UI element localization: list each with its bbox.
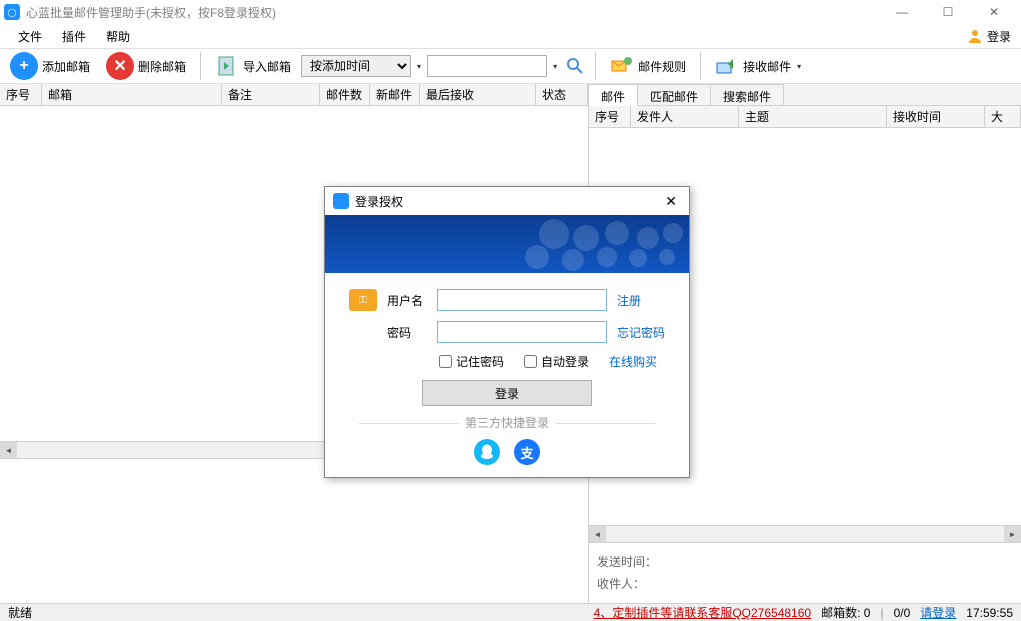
col-status[interactable]: 状态 [536,84,588,105]
modal-close-button[interactable]: ✕ [661,193,681,210]
third-party-label: 第三方快捷登录 [349,414,665,431]
import-mailbox-label: 导入邮箱 [243,58,291,75]
col-mailbox[interactable]: 邮箱 [42,84,222,105]
menu-file[interactable]: 文件 [8,25,52,48]
mcol-recvtime[interactable]: 接收时间 [887,106,985,127]
tab-mail[interactable]: 邮件 [589,84,638,106]
buy-link[interactable]: 在线购买 [609,353,657,370]
user-icon [967,28,983,44]
toolbar: + 添加邮箱 ✕ 删除邮箱 导入邮箱 按添加时间 ▾ ▾ 邮件规则 接收邮件 ▾ [0,48,1021,84]
col-newmail[interactable]: 新邮件 [370,84,420,105]
password-label: 密码 [387,324,427,341]
modal-banner [325,215,689,273]
receive-mail-button[interactable]: 接收邮件 ▾ [709,52,809,80]
delete-mailbox-button[interactable]: ✕ 删除邮箱 [100,50,192,82]
qq-login-icon[interactable] [474,439,500,465]
window-title: 心蓝批量邮件管理助手(未授权，按F8登录授权) [26,4,879,21]
toolbar-separator [700,52,701,80]
login-link[interactable]: 登录 [967,28,1011,45]
col-lastrecv[interactable]: 最后接收 [420,84,536,105]
status-mailbox-count: 邮箱数: 0 [821,604,870,621]
titlebar: 心蓝批量邮件管理助手(未授权，按F8登录授权) — ☐ ✕ [0,0,1021,24]
mcol-sender[interactable]: 发件人 [631,106,739,127]
scroll-left-icon[interactable]: ◄ [0,442,17,459]
search-dropdown-icon[interactable]: ▾ [551,62,559,71]
remember-checkbox[interactable]: 记住密码 [439,353,504,370]
import-mailbox-button[interactable]: 导入邮箱 [209,52,297,80]
search-button[interactable] [563,54,587,78]
scroll-right-icon[interactable]: ► [1004,526,1021,543]
search-input[interactable] [427,55,547,77]
maximize-button[interactable]: ☐ [925,0,971,24]
statusbar: 就绪 4、定制插件等请联系客服QQ276548160 邮箱数: 0 | 0/0 … [0,603,1021,621]
x-icon: ✕ [106,52,134,80]
col-remark[interactable]: 备注 [222,84,320,105]
add-mailbox-label: 添加邮箱 [42,58,90,75]
status-sep: | [880,606,883,620]
status-time: 17:59:55 [966,606,1013,620]
scroll-left-icon[interactable]: ◄ [589,526,606,543]
login-button[interactable]: 登录 [422,380,592,406]
menu-help[interactable]: 帮助 [96,25,140,48]
plus-icon: + [10,52,38,80]
close-button[interactable]: ✕ [971,0,1017,24]
minimize-button[interactable]: — [879,0,925,24]
mail-tabs: 邮件 匹配邮件 搜索邮件 [589,84,1021,106]
mail-table-header: 序号 发件人 主题 接收时间 大 [589,106,1021,128]
receive-icon [715,54,739,78]
mcol-size[interactable]: 大 [985,106,1021,127]
key-icon: ⚿ [349,289,377,311]
register-link[interactable]: 注册 [617,292,641,309]
detail-sendtime: 发送时间： [597,551,1013,573]
login-link-label: 登录 [987,28,1011,45]
toolbar-separator [200,52,201,80]
toolbar-separator [595,52,596,80]
delete-mailbox-label: 删除邮箱 [138,58,186,75]
col-seq[interactable]: 序号 [0,84,42,105]
left-lower-panel [0,458,588,603]
password-input[interactable] [437,321,607,343]
status-login-link[interactable]: 请登录 [920,604,956,621]
modal-title-text: 登录授权 [355,193,661,210]
rules-icon [610,54,634,78]
detail-recipient: 收件人： [597,573,1013,595]
add-mailbox-button[interactable]: + 添加邮箱 [4,50,96,82]
tab-search[interactable]: 搜索邮件 [711,84,784,105]
import-icon [215,54,239,78]
mail-detail-panel: 发送时间： 收件人： [589,542,1021,603]
forgot-link[interactable]: 忘记密码 [617,324,665,341]
modal-app-icon [333,193,349,209]
third-party-icons: 支 [349,439,665,465]
menubar: 文件 插件 帮助 登录 [0,24,1021,48]
receive-mail-label: 接收邮件 [743,58,791,75]
login-modal: 登录授权 ✕ ⚿ 用户名 注册 密码 忘记密码 记住密码 [324,186,690,478]
window-controls: — ☐ ✕ [879,0,1017,24]
app-icon [4,4,20,20]
modal-body: ⚿ 用户名 注册 密码 忘记密码 记住密码 自动登录 在线购买 登录 第三方快捷… [325,273,689,477]
sort-select[interactable]: 按添加时间 [301,55,411,77]
tab-match[interactable]: 匹配邮件 [638,84,711,105]
autologin-checkbox[interactable]: 自动登录 [524,353,589,370]
mail-rules-label: 邮件规则 [638,58,686,75]
scroll-track[interactable] [606,526,1004,543]
col-mailcount[interactable]: 邮件数 [320,84,370,105]
mcol-subject[interactable]: 主题 [739,106,887,127]
receive-dropdown-icon[interactable]: ▾ [795,62,803,71]
username-input[interactable] [437,289,607,311]
status-ratio: 0/0 [894,606,911,620]
mail-rules-button[interactable]: 邮件规则 [604,52,692,80]
status-promo-link[interactable]: 4、定制插件等请联系客服QQ276548160 [594,604,811,621]
mailbox-table-header: 序号 邮箱 备注 邮件数 新邮件 最后接收 状态 [0,84,588,106]
status-ready: 就绪 [8,604,584,621]
menu-plugin[interactable]: 插件 [52,25,96,48]
alipay-login-icon[interactable]: 支 [514,439,540,465]
modal-titlebar: 登录授权 ✕ [325,187,689,215]
username-label: 用户名 [387,292,427,309]
mcol-seq[interactable]: 序号 [589,106,631,127]
right-hscroll[interactable]: ◄ ► [589,525,1021,542]
sort-dropdown-icon[interactable]: ▾ [415,62,423,71]
